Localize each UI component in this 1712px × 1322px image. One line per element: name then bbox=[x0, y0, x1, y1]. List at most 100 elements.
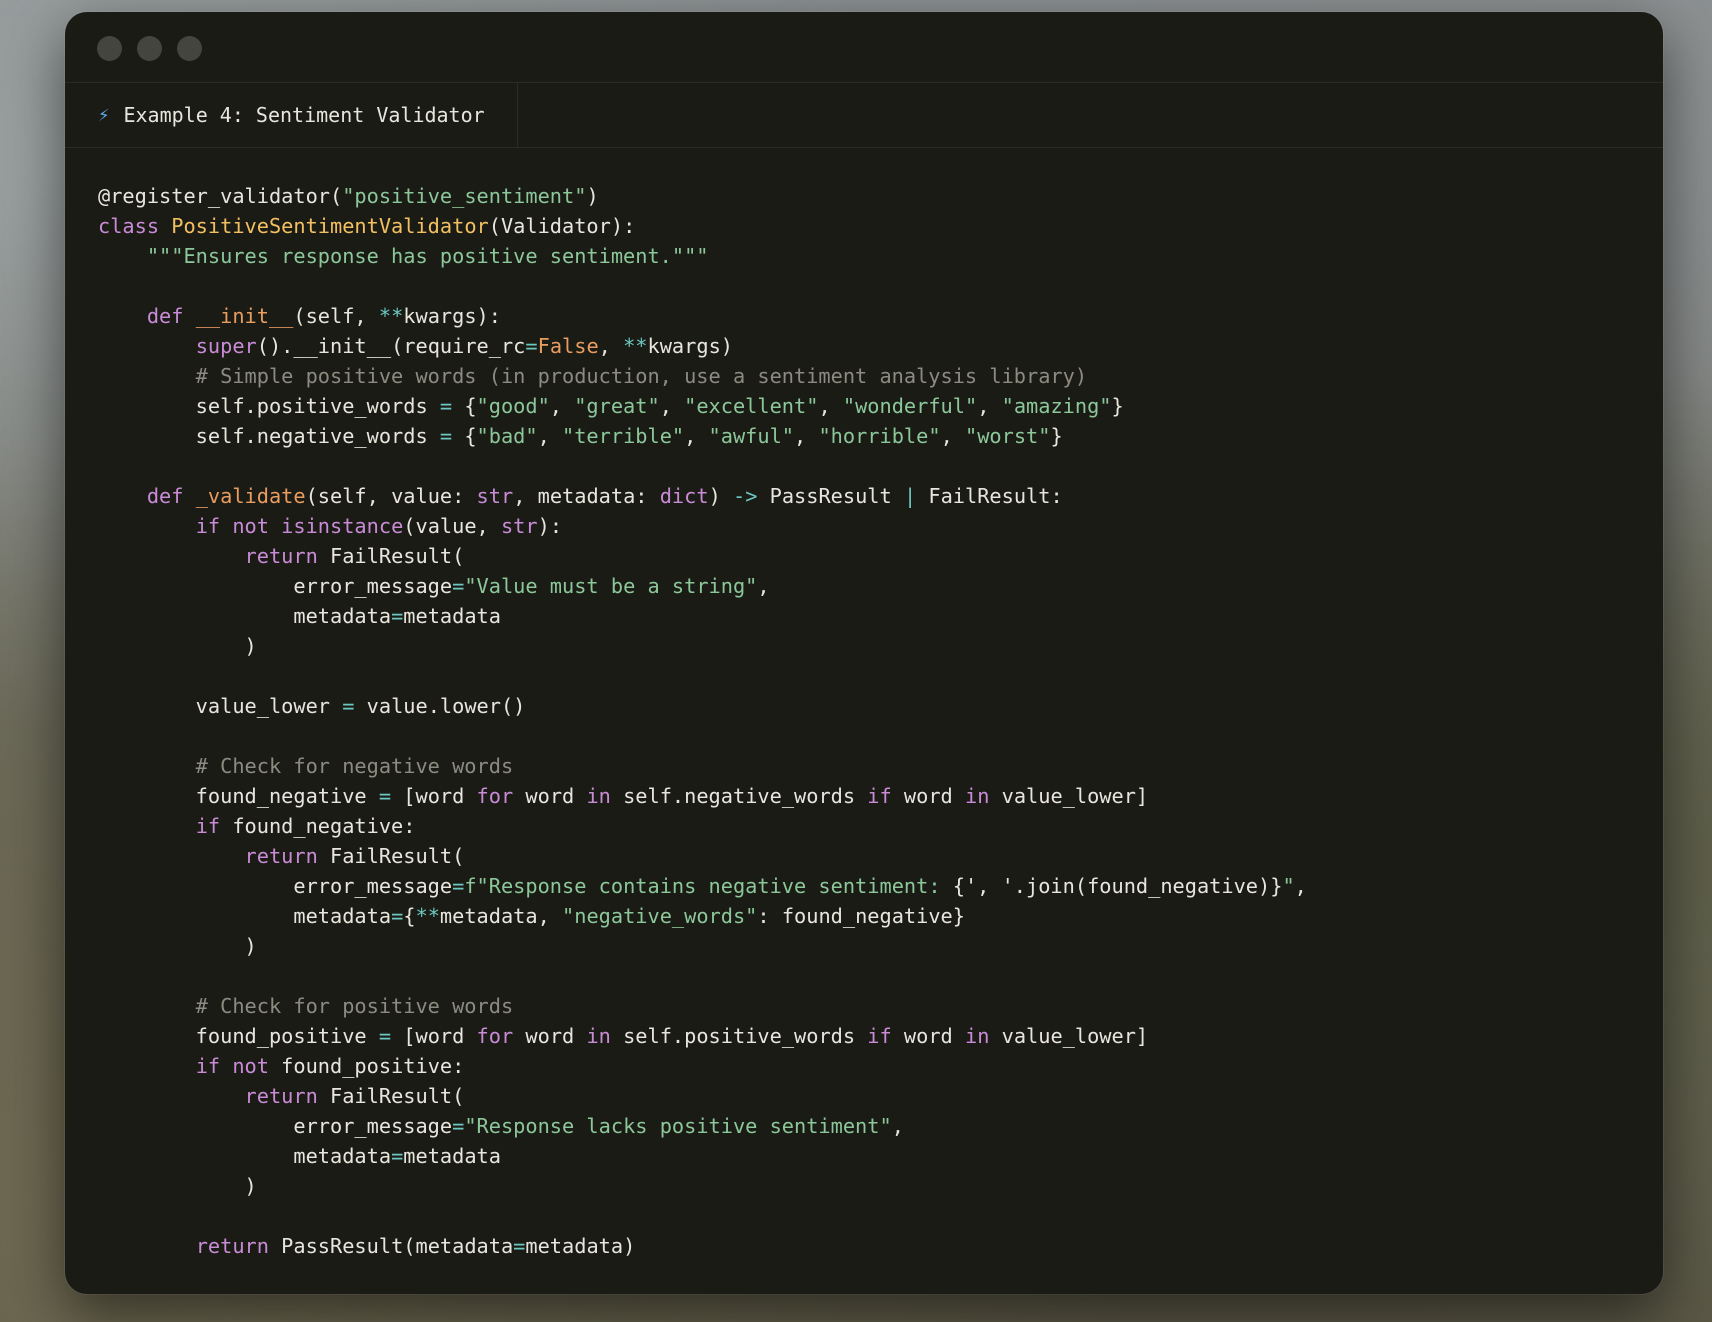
code-line: def _validate(self, value: str, metadata… bbox=[98, 481, 1307, 511]
code-line: found_positive = [word for word in self.… bbox=[98, 1021, 1307, 1051]
code-token: found_negative bbox=[98, 784, 379, 808]
code-token: (Validator): bbox=[488, 214, 636, 238]
code-token: found_positive: bbox=[268, 1054, 465, 1078]
code-token: if bbox=[867, 784, 892, 808]
code-token: "awful" bbox=[708, 424, 795, 448]
code-token: , bbox=[598, 334, 624, 358]
code-token: PassResult(metadata bbox=[281, 1234, 514, 1258]
code-token: , bbox=[940, 424, 965, 448]
code-token: str bbox=[500, 514, 538, 538]
code-token: = bbox=[391, 604, 404, 628]
maximize-dot[interactable] bbox=[177, 36, 202, 61]
code-line: error_message="Response lacks positive s… bbox=[98, 1111, 1307, 1141]
code-token: } bbox=[1050, 424, 1063, 448]
code-line: self.negative_words = {"bad", "terrible"… bbox=[98, 421, 1307, 451]
code-token: {', '.join(found_negative)} bbox=[952, 874, 1283, 898]
code-token: = bbox=[439, 394, 453, 418]
tab-label: Example 4: Sentiment Validator bbox=[123, 103, 485, 127]
code-line: @register_validator("positive_sentiment"… bbox=[98, 181, 1307, 211]
code-token: "terrible" bbox=[562, 424, 685, 448]
code-token: return bbox=[195, 1234, 282, 1258]
code-token: super bbox=[195, 334, 257, 358]
code-token: "Response lacks positive sentiment" bbox=[464, 1114, 892, 1138]
code-line: if not isinstance(value, str): bbox=[98, 511, 1307, 541]
code-token: (self, bbox=[293, 304, 379, 328]
code-token: , bbox=[1294, 874, 1307, 898]
code-token: "horrible" bbox=[818, 424, 941, 448]
code-token: "wonderful" bbox=[842, 394, 978, 418]
code-line: metadata={**metadata, "negative_words": … bbox=[98, 901, 1307, 931]
code-token: "bad" bbox=[476, 424, 538, 448]
code-token: metadata, bbox=[439, 904, 563, 928]
code-token: def bbox=[146, 304, 196, 328]
minimize-dot[interactable] bbox=[137, 36, 162, 61]
code-token: = bbox=[513, 1234, 526, 1258]
code-line: # Simple positive words (in production, … bbox=[98, 361, 1307, 391]
code-block[interactable]: @register_validator("positive_sentiment"… bbox=[98, 181, 1307, 1261]
code-token: ) bbox=[98, 1174, 257, 1198]
code-token: = bbox=[342, 694, 355, 718]
code-token: " bbox=[1282, 874, 1295, 898]
code-token: = bbox=[452, 574, 465, 598]
close-dot[interactable] bbox=[97, 36, 122, 61]
code-token: kwargs): bbox=[403, 304, 501, 328]
code-token: metadata bbox=[403, 1144, 501, 1168]
code-line: def __init__(self, **kwargs): bbox=[98, 301, 1307, 331]
code-token: [word bbox=[391, 784, 477, 808]
code-token: value_lower] bbox=[989, 784, 1149, 808]
code-token: kwargs) bbox=[647, 334, 733, 358]
code-line: """Ensures response has positive sentime… bbox=[98, 241, 1307, 271]
code-token: { bbox=[452, 394, 477, 418]
code-line: metadata=metadata bbox=[98, 1141, 1307, 1171]
code-token: self.negative_words bbox=[610, 784, 868, 808]
lightning-bolt-icon: ⚡ bbox=[98, 104, 110, 126]
code-token: (value, bbox=[403, 514, 501, 538]
code-token: in bbox=[586, 784, 611, 808]
code-token: | bbox=[903, 484, 917, 508]
code-token: , bbox=[549, 394, 575, 418]
code-token: value.lower() bbox=[354, 694, 526, 718]
code-token: value_lower bbox=[98, 694, 343, 718]
code-token: "great" bbox=[574, 394, 660, 418]
code-token: "positive_sentiment" bbox=[342, 184, 587, 208]
code-token: metadata bbox=[98, 604, 392, 628]
code-token: -> bbox=[732, 484, 758, 508]
code-token: metadata bbox=[98, 1144, 392, 1168]
code-window: ⚡ Example 4: Sentiment Validator @regist… bbox=[65, 12, 1663, 1294]
code-token: = bbox=[391, 904, 404, 928]
code-line: return PassResult(metadata=metadata) bbox=[98, 1231, 1307, 1261]
code-token: word bbox=[513, 1024, 587, 1048]
code-token: in bbox=[964, 1024, 990, 1048]
code-token: in bbox=[964, 784, 990, 808]
code-line: ) bbox=[98, 1171, 1307, 1201]
code-token: if bbox=[867, 1024, 892, 1048]
code-token: f"Response contains negative sentiment: bbox=[464, 874, 953, 898]
code-token: "good" bbox=[476, 394, 550, 418]
code-token: isinstance bbox=[281, 514, 404, 538]
code-token: } bbox=[1111, 394, 1124, 418]
code-token: # Simple positive words (in production, … bbox=[98, 364, 1088, 388]
code-token: = bbox=[525, 334, 538, 358]
code-token: = bbox=[391, 1144, 404, 1168]
code-line: # Check for negative words bbox=[98, 751, 1307, 781]
code-line: # Check for positive words bbox=[98, 991, 1307, 1021]
code-token: , bbox=[794, 424, 819, 448]
code-line: ) bbox=[98, 931, 1307, 961]
tab-example-4[interactable]: ⚡ Example 4: Sentiment Validator bbox=[65, 83, 518, 147]
code-token: value_lower] bbox=[989, 1024, 1149, 1048]
code-token: , bbox=[818, 394, 843, 418]
code-line: return FailResult( bbox=[98, 1081, 1307, 1111]
code-token: error_message bbox=[98, 874, 453, 898]
code-token: ) bbox=[586, 184, 599, 208]
